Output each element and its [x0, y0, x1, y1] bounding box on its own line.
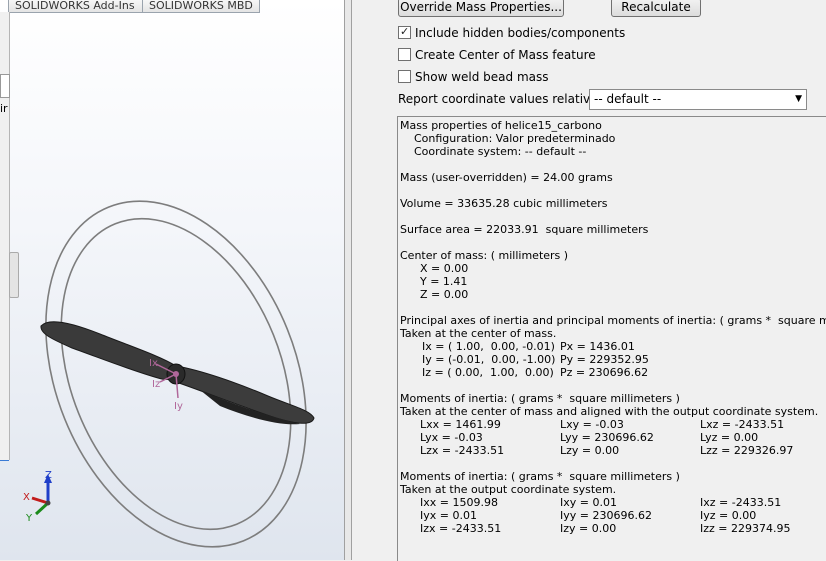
results-moments-out-sub: Taken at the output coordinate system.: [400, 483, 617, 496]
results-volume: Volume = 33635.28 cubic millimeters: [400, 197, 608, 210]
principal-row-px: Px = 1436.01: [560, 340, 635, 353]
results-mass: Mass (user-overridden) = 24.00 grams: [400, 171, 613, 184]
moment-lzz: Lzz = 229326.97: [700, 444, 794, 457]
chevron-down-icon[interactable]: ▼: [795, 90, 802, 109]
principal-row-py: Py = 229352.95: [560, 353, 649, 366]
results-com-x: X = 0.00: [420, 262, 469, 275]
moment-lyy: Lyy = 230696.62: [560, 431, 654, 444]
results-moments-com-title: Moments of inertia: ( grams * square mil…: [400, 392, 680, 405]
moment-iyz: Iyz = 0.00: [700, 509, 757, 522]
results-com-title: Center of mass: ( millimeters ): [400, 249, 569, 262]
model-view: Ix Iz Iy Z X Y: [23, 200, 315, 548]
coordinate-system-select[interactable]: -- default -- ▼: [589, 89, 807, 110]
center-of-mass-marker: [173, 371, 179, 377]
moment-ixz: Ixz = -2433.51: [700, 496, 782, 509]
moment-lzy: Lzy = 0.00: [560, 444, 620, 457]
results-principal-title: Principal axes of inertia and principal …: [400, 314, 826, 327]
recalculate-button[interactable]: Recalculate: [611, 0, 701, 17]
results-coordinate-system: Coordinate system: -- default --: [414, 145, 587, 158]
axis-label-iz: Iz: [152, 379, 160, 390]
moment-izz: Izz = 229374.95: [700, 522, 791, 535]
prop-disc-outer: [45, 200, 307, 548]
results-moments-com-sub: Taken at the center of mass and aligned …: [400, 405, 819, 418]
moment-iyx: Iyx = 0.01: [420, 509, 477, 522]
results-surface-area: Surface area = 22033.91 square millimete…: [400, 223, 649, 236]
principal-row-pz: Pz = 230696.62: [560, 366, 649, 379]
create-com-label: Create Center of Mass feature: [415, 48, 596, 62]
moment-ixy: Ixy = 0.01: [560, 496, 617, 509]
moment-lxy: Lxy = -0.03: [560, 418, 624, 431]
results-com-z: Z = 0.00: [420, 288, 469, 301]
triad-label-z: Z: [45, 470, 52, 481]
results-configuration: Configuration: Valor predeterminado: [414, 132, 616, 145]
moment-iyy: Iyy = 230696.62: [560, 509, 652, 522]
pane-splitter[interactable]: [344, 0, 352, 560]
include-hidden-label: Include hidden bodies/components: [415, 26, 626, 40]
triad-label-y: Y: [25, 513, 33, 524]
option-include-hidden[interactable]: Include hidden bodies/components: [398, 24, 626, 41]
moment-lzx: Lzx = -2433.51: [420, 444, 505, 457]
moment-lxx: Lxx = 1461.99: [420, 418, 501, 431]
option-create-com[interactable]: Create Center of Mass feature: [398, 47, 596, 63]
moment-izy: Izy = 0.00: [560, 522, 617, 535]
triad-label-x: X: [23, 492, 30, 503]
mass-properties-results[interactable]: Mass properties of helice15_carbono Conf…: [397, 116, 826, 561]
principal-row-ix: Ix = ( 1.00, 0.00, -0.01): [422, 340, 555, 353]
include-hidden-checkbox[interactable]: [398, 24, 411, 40]
report-coordinate-label: Report coordinate values relative to:: [398, 92, 618, 106]
principal-row-iz: Iz = ( 0.00, 1.00, 0.00): [422, 366, 554, 379]
moment-lyx: Lyx = -0.03: [420, 431, 483, 444]
override-mass-properties-button[interactable]: Override Mass Properties...: [398, 0, 564, 17]
weld-bead-label: Show weld bead mass: [415, 70, 549, 84]
moment-ixx: Ixx = 1509.98: [420, 496, 498, 509]
results-header: Mass properties of helice15_carbono: [400, 119, 602, 132]
results-moments-out-title: Moments of inertia: ( grams * square mil…: [400, 470, 680, 483]
propeller-blade-left: [40, 321, 177, 380]
axis-label-ix: Ix: [149, 358, 158, 369]
moment-izx: Izx = -2433.51: [420, 522, 502, 535]
results-com-y: Y = 1.41: [420, 275, 468, 288]
coordinate-system-value: -- default --: [594, 92, 662, 106]
mass-properties-dialog: Override Mass Properties... Recalculate …: [352, 0, 826, 561]
moment-lxz: Lxz = -2433.51: [700, 418, 785, 431]
results-principal-sub: Taken at the center of mass.: [400, 327, 557, 340]
moment-lyz: Lyz = 0.00: [700, 431, 759, 444]
graphics-viewport[interactable]: SOLIDWORKS Add-Ins SOLIDWORKS MBD ir Ix …: [0, 0, 344, 560]
axis-label-iy: Iy: [174, 401, 183, 412]
option-weld-bead[interactable]: Show weld bead mass: [398, 69, 549, 85]
weld-bead-checkbox[interactable]: [398, 70, 411, 83]
principal-row-iy: Iy = (-0.01, 0.00, -1.00): [422, 353, 556, 366]
create-com-checkbox[interactable]: [398, 48, 411, 61]
